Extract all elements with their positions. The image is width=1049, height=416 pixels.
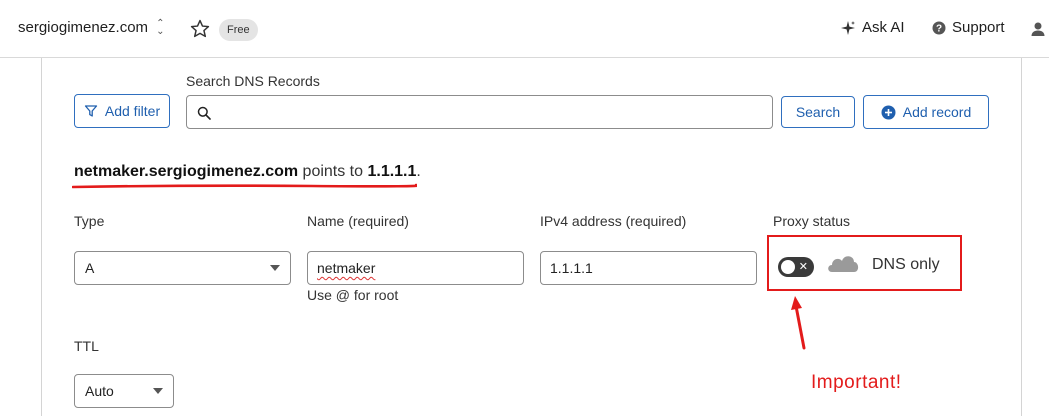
support-button[interactable]: ? Support — [932, 19, 1005, 36]
proxy-status-highlight: ✕ DNS only — [767, 235, 962, 291]
proxy-status-label: Proxy status — [773, 213, 851, 229]
ttl-select-value: Auto — [85, 383, 114, 399]
dns-only-label: DNS only — [872, 256, 940, 273]
filter-icon — [84, 105, 98, 117]
type-select[interactable]: A — [74, 251, 291, 285]
search-input[interactable] — [186, 95, 773, 129]
record-period: . — [416, 163, 421, 180]
support-label: Support — [952, 19, 1005, 36]
ipv4-input[interactable]: 1.1.1.1 — [540, 251, 757, 285]
domain-selector[interactable]: sergiogimenez.com ⌃ ⌄ — [18, 17, 165, 37]
domain-name: sergiogimenez.com — [18, 19, 149, 36]
add-filter-button[interactable]: Add filter — [74, 94, 170, 128]
name-input[interactable]: netmaker — [307, 251, 524, 285]
caret-down-icon — [153, 388, 163, 394]
add-filter-label: Add filter — [104, 103, 161, 119]
search-dns-label: Search DNS Records — [186, 73, 320, 89]
add-circle-icon — [881, 105, 896, 119]
ttl-select[interactable]: Auto — [74, 374, 174, 408]
chevron-updown-icon: ⌃ ⌄ — [156, 17, 165, 37]
toggle-knob — [781, 260, 795, 274]
svg-text:?: ? — [936, 23, 942, 34]
user-icon[interactable] — [1030, 21, 1046, 37]
sparkle-icon — [841, 20, 855, 35]
star-icon[interactable] — [189, 18, 211, 40]
record-host: netmaker.sergiogimenez.com — [74, 163, 299, 180]
name-hint: Use @ for root — [307, 287, 399, 303]
ipv4-label: IPv4 address (required) — [540, 213, 687, 229]
type-label: Type — [74, 213, 105, 229]
type-select-value: A — [85, 260, 95, 276]
ask-ai-button[interactable]: Ask AI — [840, 19, 905, 36]
name-label: Name (required) — [307, 213, 409, 229]
name-input-value: netmaker — [317, 260, 376, 276]
search-icon — [197, 106, 211, 120]
help-icon: ? — [932, 21, 946, 34]
proxy-toggle[interactable]: ✕ — [778, 257, 814, 277]
red-underline-annotation — [72, 183, 417, 189]
add-record-button[interactable]: Add record — [863, 95, 989, 129]
ipv4-input-value: 1.1.1.1 — [550, 260, 593, 276]
record-target: 1.1.1.1 — [367, 163, 417, 180]
top-bar: sergiogimenez.com ⌃ ⌄ Free Ask AI ? Suppo… — [0, 0, 1049, 58]
record-points-to: points to — [298, 163, 368, 180]
record-summary: netmaker.sergiogimenez.com points to 1.1… — [74, 163, 421, 181]
important-annotation: Important! — [811, 372, 902, 393]
search-button-label: Search — [795, 104, 841, 120]
ask-ai-label: Ask AI — [862, 19, 905, 36]
red-arrow-annotation — [791, 296, 806, 350]
plan-badge: Free — [219, 19, 258, 41]
toggle-off-icon: ✕ — [798, 261, 808, 273]
ttl-label: TTL — [74, 338, 99, 354]
search-button[interactable]: Search — [781, 96, 855, 128]
caret-down-icon — [270, 265, 280, 271]
add-record-label: Add record — [902, 104, 972, 120]
cloud-icon — [828, 256, 859, 272]
